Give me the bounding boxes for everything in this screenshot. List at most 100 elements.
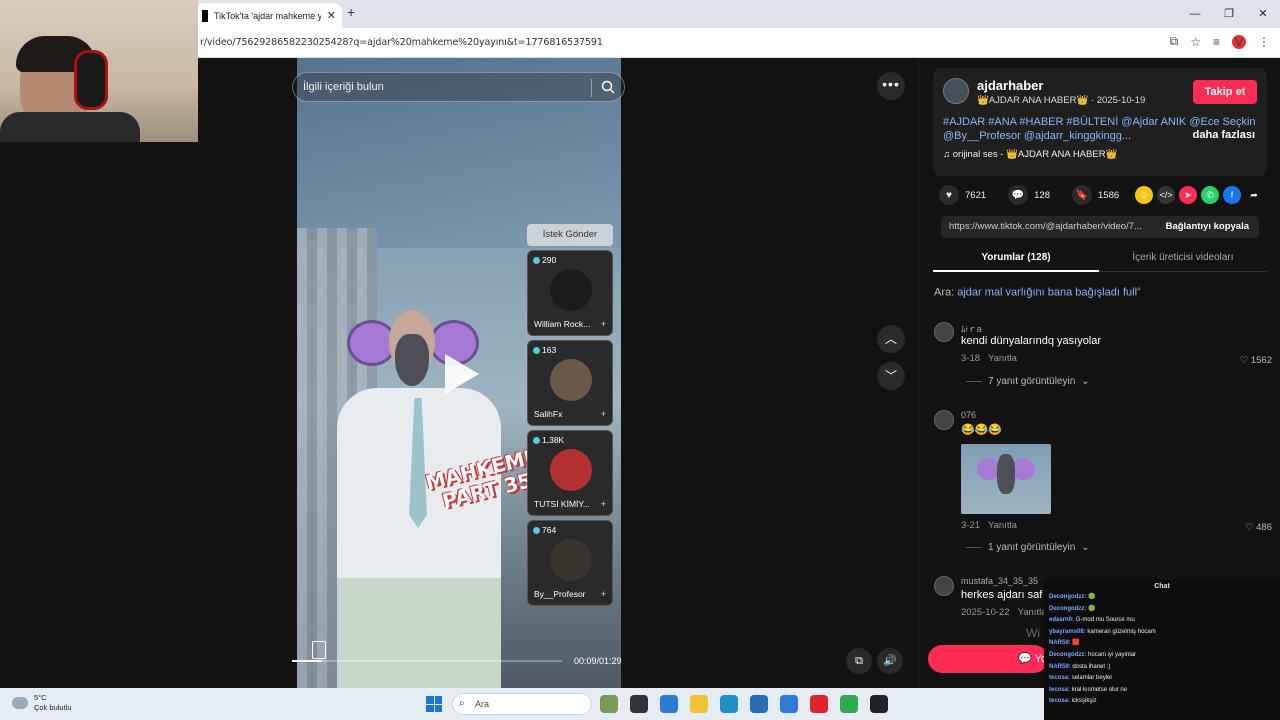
tab-creator-videos[interactable]: İçerik üreticisi videoları — [1099, 248, 1267, 263]
reply-button[interactable]: Yanıtla — [1018, 607, 1047, 618]
reply-button[interactable]: Yanıtla — [988, 520, 1017, 531]
gift-card[interactable]: 764 By__Profesor + — [527, 520, 613, 606]
comment-text: 😂😂😂 — [961, 424, 1003, 436]
comment-image[interactable] — [961, 444, 1051, 514]
taskbar-app-icon[interactable] — [600, 695, 618, 713]
author-name[interactable]: ajdarhaber — [977, 78, 1043, 93]
taskbar-app-icon[interactable] — [660, 695, 678, 713]
screen: TikTok'ta 'ajdar mahkeme yayın ✕ + — ❐ ✕… — [0, 0, 1280, 720]
save-count: 1586 — [1098, 189, 1120, 201]
like-count: 7621 — [965, 189, 987, 201]
add-icon[interactable]: + — [601, 319, 606, 329]
add-comment-button[interactable]: 💬 Yo — [928, 645, 1048, 673]
gift-sender-name: TUTSİ KİMİY... — [534, 499, 591, 509]
gift-card[interactable]: 1,38K TUTSİ KİMİY... + — [527, 430, 613, 516]
taskbar-app-icon[interactable] — [870, 695, 888, 713]
gift-sender-name: By__Profesor — [534, 589, 586, 599]
tab-title: TikTok'ta 'ajdar mahkeme yayın — [214, 10, 321, 21]
copy-link-button[interactable]: Bağlantıyı kopyala — [1166, 221, 1249, 232]
author-avatar[interactable] — [943, 78, 969, 104]
gift-sender-name: William Rock... — [534, 319, 591, 329]
commenter-name[interactable]: 076 — [961, 410, 976, 420]
add-icon[interactable]: + — [601, 589, 606, 599]
reply-button[interactable]: Yanıtla — [988, 353, 1017, 364]
comment-like[interactable]: ♡ 486 — [1245, 522, 1272, 533]
view-replies-button[interactable]: 1 yanıt görüntüleyin ⌄ — [966, 542, 1090, 553]
close-window-button[interactable]: ✕ — [1246, 0, 1280, 28]
browser-tab[interactable]: TikTok'ta 'ajdar mahkeme yayın ✕ — [196, 3, 342, 28]
tab-comments[interactable]: Yorumlar (128) — [933, 248, 1099, 272]
bookmark-icon[interactable]: 🔖 — [1072, 185, 1092, 205]
floating-player-button[interactable]: ⧉ — [846, 648, 872, 674]
volume-icon[interactable]: 🔊 — [877, 648, 903, 674]
taskbar-app-icon[interactable] — [630, 695, 648, 713]
commenter-avatar[interactable] — [934, 576, 954, 596]
windows-start-icon[interactable] — [426, 696, 442, 712]
taskbar-app-icon[interactable] — [720, 695, 738, 713]
browser-menu-icon[interactable]: ⋮ — [1258, 35, 1270, 49]
maximize-button[interactable]: ❐ — [1212, 0, 1246, 28]
chat-message: edasrn0: G-mod mu Source mu — [1049, 617, 1135, 624]
tiktok-favicon-icon — [202, 9, 208, 22]
like-icon[interactable]: ♥ — [939, 185, 959, 205]
emoji-share-icon[interactable]: ☺ — [1135, 186, 1153, 204]
chat-message: tecosa: kral kısmetse olur ne — [1049, 686, 1128, 693]
document-icon[interactable] — [312, 641, 326, 659]
view-replies-button[interactable]: 7 yanıt görüntüleyin ⌄ — [966, 376, 1090, 387]
play-icon[interactable] — [445, 354, 479, 394]
chat-message: Decongodzz: 🟢 — [1049, 594, 1096, 600]
previous-video-button[interactable]: ︿ — [877, 325, 905, 353]
new-tab-button[interactable]: + — [347, 4, 355, 20]
comment-icon[interactable]: 💬 — [1008, 185, 1029, 205]
chat-message: ybayrams08: kameran güzelmiş hocam — [1049, 628, 1156, 635]
add-icon[interactable]: + — [601, 499, 606, 509]
taskbar-app-icon[interactable] — [780, 695, 798, 713]
follow-button[interactable]: Takip et — [1193, 80, 1257, 104]
send-icon[interactable]: ➤ — [1179, 186, 1197, 204]
gift-panel: İstek Gönder 290 William Rock... +163 Sa… — [527, 224, 613, 610]
cloud-icon — [12, 697, 28, 709]
commenter-name[interactable]: mustafa_34_35_35 — [961, 576, 1038, 586]
send-request-button[interactable]: İstek Gönder — [527, 224, 613, 246]
chat-message: tecosa: icksşikşiz — [1049, 698, 1097, 705]
taskbar-search[interactable]: ⌕ Ara — [452, 693, 592, 715]
related-search-input[interactable]: İlgili içeriği bulun — [292, 72, 625, 102]
add-icon[interactable]: + — [601, 409, 606, 419]
media-control-icon[interactable]: ≡ — [1213, 35, 1220, 49]
taskbar-app-icon[interactable] — [840, 695, 858, 713]
url-input[interactable]: r/video/7562928658223025428?q=ajdar%20ma… — [200, 37, 603, 48]
search-icon[interactable] — [600, 79, 616, 95]
comment-meta: 2025-10-22 Yanıtla — [961, 607, 1047, 618]
whatsapp-icon[interactable]: ✆ — [1201, 186, 1219, 204]
minimize-button[interactable]: — — [1178, 0, 1212, 28]
sound-link[interactable]: ♫ orijinal ses - 👑AJDAR ANA HABER👑 — [943, 149, 1117, 160]
profile-avatar[interactable]: V — [1232, 34, 1246, 49]
gift-card[interactable]: 290 William Rock... + — [527, 250, 613, 336]
chat-message: Decongodzz: hocam iyi yayınlar — [1049, 651, 1137, 658]
see-more-link[interactable]: daha fazlası — [1193, 129, 1255, 141]
chat-message: NAR59: dosta ihanet :) — [1049, 663, 1111, 670]
facebook-icon[interactable]: f — [1223, 186, 1241, 204]
install-app-icon[interactable]: ⧉ — [1170, 34, 1179, 49]
progress-bar[interactable] — [292, 660, 562, 662]
comment-text: kendi dünyalarındq yasıyolar — [961, 335, 1102, 347]
bookmark-star-icon[interactable]: ☆ — [1190, 35, 1201, 49]
weather-widget[interactable]: 5°C Çok bulutlu — [12, 693, 72, 713]
more-options-button[interactable]: ••• — [877, 72, 905, 100]
related-search[interactable]: Ara: ajdar mal varlığını bana bağışladı … — [934, 286, 1141, 299]
next-video-button[interactable]: ﹀ — [877, 362, 905, 390]
commenter-avatar[interactable] — [934, 410, 954, 430]
taskbar-app-icon[interactable] — [810, 695, 828, 713]
close-tab-icon[interactable]: ✕ — [327, 9, 336, 22]
commenter-avatar[interactable] — [934, 322, 954, 342]
commenter-name[interactable]: ﾑ𝔦ｒa — [961, 322, 982, 335]
taskbar-app-icon[interactable] — [750, 695, 768, 713]
comment-like[interactable]: ♡ 1562 — [1240, 355, 1272, 366]
share-arrow-icon[interactable]: ➦ — [1245, 186, 1263, 204]
taskbar-app-icon[interactable] — [690, 695, 708, 713]
gift-card[interactable]: 163 SalihFx + — [527, 340, 613, 426]
video-link[interactable]: https://www.tiktok.com/@ajdarhaber/video… — [949, 221, 1142, 232]
embed-icon[interactable]: </> — [1157, 186, 1175, 204]
engagement-stats: ♥ 7621 💬 128 🔖 1586 — [939, 185, 1119, 205]
comment-count: 128 — [1034, 189, 1050, 201]
